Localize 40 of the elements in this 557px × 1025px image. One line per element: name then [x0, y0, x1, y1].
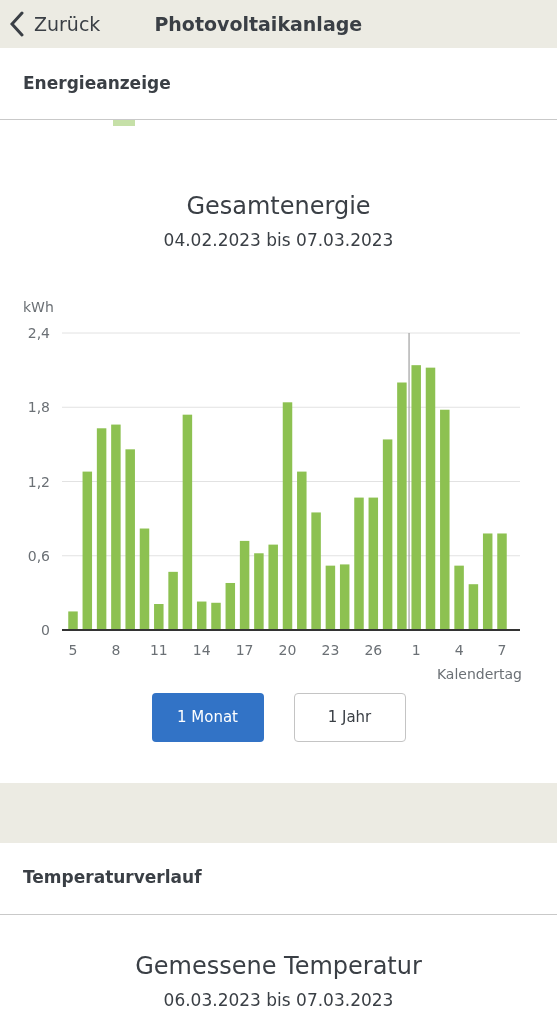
date-range: 06.03.2023 bis 07.03.2023 [162, 988, 395, 1012]
axis-label: 1,2 [27, 473, 50, 489]
bar [225, 582, 236, 630]
chevron-left-icon [10, 11, 24, 37]
axis-label: 23 [321, 641, 340, 658]
back-button[interactable]: Zurück [0, 9, 101, 39]
bar [339, 563, 350, 630]
chart-title: Gesamtenergie [185, 191, 372, 222]
axis-label: 20 [278, 641, 297, 658]
bar [154, 603, 164, 630]
bar [211, 602, 221, 630]
axis-label: 17 [235, 641, 254, 658]
axis-label: 1,8 [27, 398, 50, 415]
bar [468, 583, 479, 630]
range-tab[interactable]: 1 Monat [151, 692, 264, 742]
axis-label: 7 [497, 641, 507, 658]
bar [168, 571, 178, 630]
bar [196, 601, 207, 630]
axis-label: 5 [68, 641, 78, 658]
bar [325, 565, 336, 630]
axis-unit: kWh [23, 298, 54, 315]
bar [68, 610, 78, 630]
page-title: Photovoltaikanlage [154, 11, 363, 37]
axis-label: 8 [111, 641, 121, 658]
axis-label: 0 [41, 621, 50, 638]
chart-title: Gemessene Temperatur [134, 950, 423, 982]
axis-label: 0,6 [27, 547, 50, 564]
axis-label: 14 [192, 641, 211, 658]
axis-label: 11 [149, 641, 168, 658]
section-heading: Energieanzeige [23, 71, 171, 95]
bar [454, 565, 464, 630]
axis-label: 26 [364, 641, 383, 658]
axis-title: Kalendertag [436, 665, 522, 682]
axis-label: 2,4 [27, 324, 50, 341]
legend-swatch [113, 120, 135, 126]
section-heading: Temperaturverlauf [23, 866, 202, 890]
date-range: 04.02.2023 bis 07.03.2023 [162, 229, 395, 252]
range-tab[interactable]: 1 Jahr [293, 692, 406, 742]
axis-label: 1 [411, 641, 421, 658]
axis-label: 4 [454, 641, 464, 658]
